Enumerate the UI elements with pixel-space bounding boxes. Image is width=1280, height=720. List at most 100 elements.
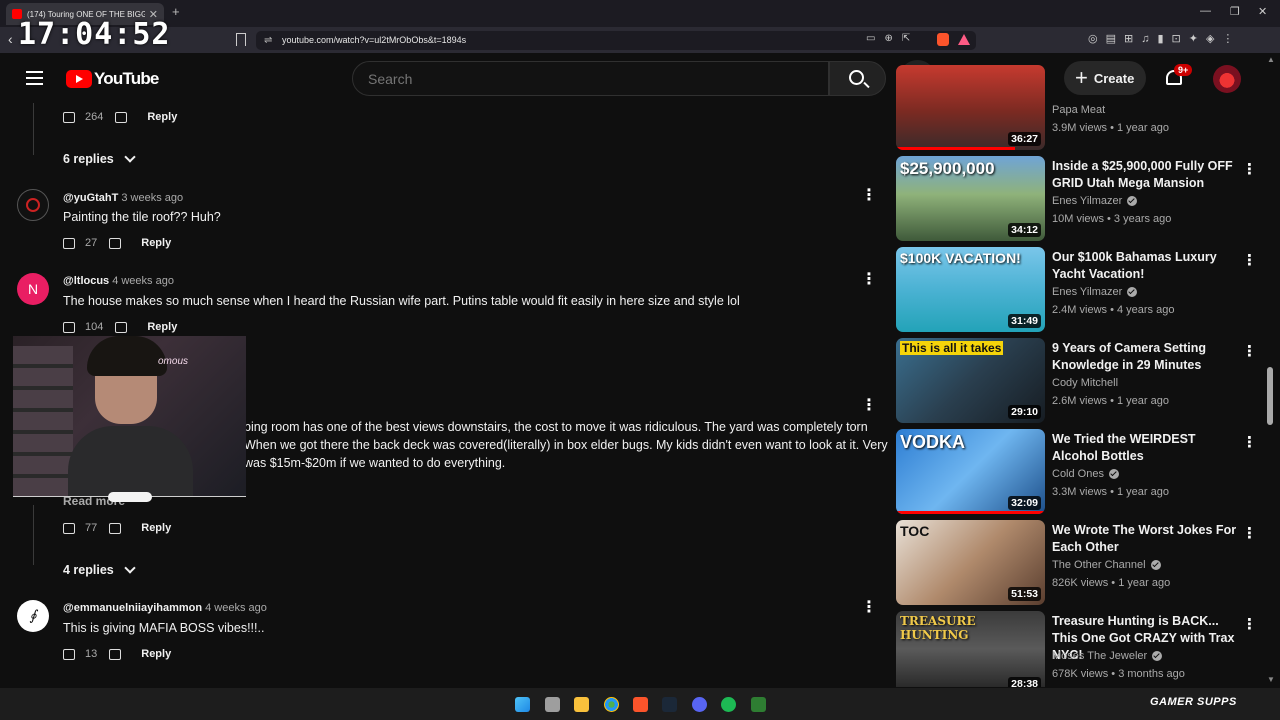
video-thumbnail[interactable]: $25,900,000 34:12 bbox=[896, 156, 1045, 241]
comment-menu-icon[interactable]: ⋮ bbox=[861, 272, 877, 288]
video-menu-icon[interactable]: ⋮ bbox=[1242, 251, 1257, 269]
avatar[interactable]: ∮ bbox=[17, 600, 49, 632]
reply-button[interactable]: Reply bbox=[141, 237, 171, 249]
video-channel[interactable]: Cold Ones bbox=[1052, 468, 1119, 480]
video-title[interactable]: Inside a $25,900,000 Fully OFF GRID Utah… bbox=[1052, 158, 1242, 192]
extensions-icon[interactable]: ◎▤⊞♫▮⊡✦◈⋮ bbox=[1088, 32, 1241, 45]
video-channel[interactable]: Enes Yilmazer bbox=[1052, 286, 1138, 298]
video-thumbnail[interactable]: TOC 51:53 bbox=[896, 520, 1045, 605]
channel-name[interactable]: The Other Channel bbox=[1052, 559, 1146, 571]
dislike-icon[interactable] bbox=[109, 237, 122, 249]
address-bar-actions-icon[interactable]: ▭⊕⇱ bbox=[866, 33, 919, 44]
avatar[interactable] bbox=[17, 189, 49, 221]
brave-shields-icon[interactable] bbox=[937, 33, 949, 46]
maximize-icon[interactable]: ❐ bbox=[1230, 5, 1240, 18]
comment-menu-icon[interactable]: ⋮ bbox=[861, 600, 877, 616]
video-title[interactable]: We Wrote The Worst Jokes For Each Other bbox=[1052, 522, 1242, 556]
comment-menu-icon[interactable]: ⋮ bbox=[861, 188, 877, 204]
video-menu-icon[interactable]: ⋮ bbox=[1242, 615, 1257, 633]
video-title[interactable]: We Tried the WEIRDEST Alcohol Bottles bbox=[1052, 431, 1242, 465]
video-channel[interactable]: Enes Yilmazer bbox=[1052, 195, 1138, 207]
video-channel[interactable]: Moses The Jeweler bbox=[1052, 650, 1163, 662]
related-video[interactable]: This is all it takes 29:10 9 Years of Ca… bbox=[896, 338, 1257, 423]
video-thumbnail[interactable]: This is all it takes 29:10 bbox=[896, 338, 1045, 423]
dislike-icon[interactable] bbox=[109, 522, 122, 534]
comment-author[interactable]: @ltlocus 4 weeks ago bbox=[63, 275, 174, 287]
scroll-down-icon[interactable]: ▼ bbox=[1267, 675, 1275, 684]
channel-name[interactable]: Cold Ones bbox=[1052, 468, 1104, 480]
spotify-icon[interactable] bbox=[721, 697, 736, 712]
back-icon[interactable]: ‹ bbox=[8, 31, 13, 47]
menu-icon[interactable] bbox=[26, 71, 43, 89]
reply-button[interactable]: Reply bbox=[147, 321, 177, 333]
video-menu-icon[interactable]: ⋮ bbox=[1242, 524, 1257, 542]
close-window-icon[interactable]: ✕ bbox=[1258, 5, 1267, 18]
comment-author[interactable]: @emmanuelniiayihammon 4 weeks ago bbox=[63, 602, 267, 614]
video-channel[interactable]: Papa Meat bbox=[1052, 104, 1105, 116]
chrome-icon[interactable] bbox=[604, 697, 619, 712]
like-icon[interactable] bbox=[63, 648, 75, 660]
related-video[interactable]: VODKA 32:09 We Tried the WEIRDEST Alcoho… bbox=[896, 429, 1257, 514]
site-info-icon[interactable]: ⇌ bbox=[264, 35, 272, 46]
video-channel[interactable]: The Other Channel bbox=[1052, 559, 1161, 571]
new-tab-icon[interactable]: + bbox=[172, 4, 180, 19]
windows-start-icon[interactable] bbox=[515, 697, 530, 712]
reply-button[interactable]: Reply bbox=[141, 522, 171, 534]
comment-handle[interactable]: @ltlocus bbox=[63, 275, 109, 287]
video-thumbnail[interactable]: VODKA 32:09 bbox=[896, 429, 1045, 514]
search-input[interactable] bbox=[353, 62, 793, 95]
related-video[interactable]: 36:27 Papa Meat 3.9M views • 1 year ago bbox=[896, 65, 1256, 150]
replies-toggle[interactable]: 6 replies bbox=[63, 151, 136, 166]
video-thumbnail[interactable]: $100K VACATION! 31:49 bbox=[896, 247, 1045, 332]
search-button[interactable] bbox=[829, 61, 886, 96]
reply-button[interactable]: Reply bbox=[147, 111, 177, 123]
like-icon[interactable] bbox=[63, 321, 75, 333]
like-icon[interactable] bbox=[63, 237, 75, 249]
related-video[interactable]: $25,900,000 34:12 Inside a $25,900,000 F… bbox=[896, 156, 1257, 241]
like-icon[interactable] bbox=[63, 522, 75, 534]
scroll-up-icon[interactable]: ▲ bbox=[1267, 55, 1275, 64]
video-thumbnail[interactable]: 36:27 bbox=[896, 65, 1045, 150]
avatar[interactable]: N bbox=[17, 273, 49, 305]
youtube-logo[interactable]: YouTube bbox=[66, 69, 159, 89]
comment-handle[interactable]: @emmanuelniiayihammon bbox=[63, 602, 202, 614]
video-menu-icon[interactable]: ⋮ bbox=[1242, 433, 1257, 451]
steam-icon[interactable] bbox=[662, 697, 677, 712]
related-video[interactable]: $100K VACATION! 31:49 Our $100k Bahamas … bbox=[896, 247, 1257, 332]
like-count: 104 bbox=[85, 321, 104, 333]
related-video[interactable]: TREASURE HUNTING 28:38 Treasure Hunting … bbox=[896, 611, 1257, 687]
bookmark-icon[interactable] bbox=[236, 33, 246, 46]
discord-icon[interactable] bbox=[692, 697, 707, 712]
search-box[interactable] bbox=[352, 61, 829, 96]
task-view-icon[interactable] bbox=[545, 697, 560, 712]
comment-handle[interactable]: @yuGtahT bbox=[63, 192, 118, 204]
video-menu-icon[interactable]: ⋮ bbox=[1242, 342, 1257, 360]
page-scrollbar-thumb[interactable] bbox=[1267, 367, 1273, 425]
minimize-icon[interactable]: — bbox=[1200, 5, 1211, 17]
video-thumbnail[interactable]: TREASURE HUNTING 28:38 bbox=[896, 611, 1045, 687]
replies-toggle[interactable]: 4 replies bbox=[63, 562, 136, 577]
thumbnail-caption: VODKA bbox=[900, 432, 966, 452]
comment-timestamp[interactable]: 4 weeks ago bbox=[112, 275, 174, 287]
reply-button[interactable]: Reply bbox=[141, 648, 171, 660]
channel-name[interactable]: Enes Yilmazer bbox=[1052, 195, 1122, 207]
video-menu-icon[interactable]: ⋮ bbox=[1242, 160, 1257, 178]
video-channel[interactable]: Cody Mitchell bbox=[1052, 377, 1118, 389]
comment-menu-icon[interactable]: ⋮ bbox=[861, 398, 877, 414]
excel-icon[interactable] bbox=[751, 697, 766, 712]
video-title[interactable]: 9 Years of Camera Setting Knowledge in 2… bbox=[1052, 340, 1242, 374]
video-title[interactable]: Our $100k Bahamas Luxury Yacht Vacation! bbox=[1052, 249, 1242, 283]
related-video[interactable]: TOC 51:53 We Wrote The Worst Jokes For E… bbox=[896, 520, 1257, 605]
channel-name[interactable]: Enes Yilmazer bbox=[1052, 286, 1122, 298]
dislike-icon[interactable] bbox=[115, 321, 128, 333]
channel-name[interactable]: Moses The Jeweler bbox=[1052, 650, 1147, 662]
brave-rewards-icon[interactable] bbox=[958, 34, 970, 45]
dislike-icon[interactable] bbox=[115, 111, 128, 123]
like-icon[interactable] bbox=[63, 111, 75, 123]
comment-timestamp[interactable]: 4 weeks ago bbox=[205, 602, 267, 614]
brave-taskbar-icon[interactable] bbox=[633, 697, 648, 712]
file-explorer-icon[interactable] bbox=[574, 697, 589, 712]
comment-author[interactable]: @yuGtahT 3 weeks ago bbox=[63, 192, 183, 204]
dislike-icon[interactable] bbox=[109, 648, 122, 660]
comment-timestamp[interactable]: 3 weeks ago bbox=[121, 192, 183, 204]
